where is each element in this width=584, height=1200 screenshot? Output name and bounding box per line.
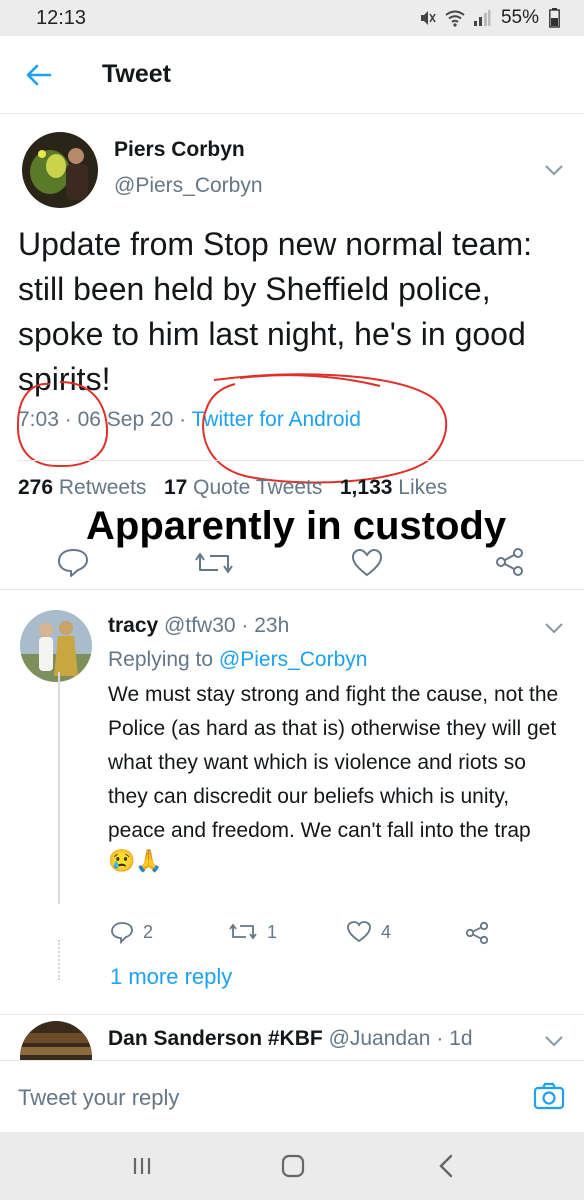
reply-reply-button[interactable]: 2: [110, 920, 153, 944]
reply-like-button[interactable]: 4: [346, 920, 391, 944]
wifi-icon: [445, 10, 465, 27]
status-bar: 12:13 55%: [0, 0, 584, 36]
back-button[interactable]: [8, 44, 70, 106]
tweet-counts: 276 Retweets 17 Quote Tweets 1,133 Likes: [18, 476, 448, 499]
reply-icon: [111, 922, 133, 944]
reply-emoji: 😢🙏: [108, 848, 163, 873]
replying-to: Replying to @Piers_Corbyn: [108, 648, 368, 671]
share-icon[interactable]: [494, 546, 526, 578]
recent-apps-icon[interactable]: [130, 1154, 154, 1178]
reply-input[interactable]: Tweet your reply: [18, 1085, 179, 1111]
reply-avatar[interactable]: [20, 610, 92, 682]
back-icon[interactable]: [436, 1154, 456, 1178]
reply-item[interactable]: tracy @tfw30 · 23h Replying to @Piers_Co…: [0, 590, 584, 1015]
share-icon[interactable]: [464, 920, 490, 946]
app-header: Tweet: [0, 36, 584, 114]
heart-icon: [347, 921, 371, 943]
retweet-icon[interactable]: [194, 548, 234, 578]
heart-icon[interactable]: [350, 548, 384, 578]
thread-line: [58, 672, 60, 904]
reply-composer[interactable]: Tweet your reply: [0, 1060, 584, 1132]
battery-icon: [549, 8, 560, 28]
reply-author[interactable]: tracy @tfw30 · 23h: [108, 614, 289, 638]
reply-icon[interactable]: [56, 546, 90, 578]
replying-to-handle[interactable]: @Piers_Corbyn: [219, 648, 368, 671]
chevron-down-icon[interactable]: [544, 622, 564, 634]
system-nav-bar: [0, 1132, 584, 1200]
status-time: 12:13: [36, 6, 87, 29]
arrow-left-icon: [26, 64, 52, 85]
signal-icon: [473, 10, 491, 26]
next-reply-author[interactable]: Dan Sanderson #KBF @Juandan · 1d: [108, 1027, 473, 1051]
mute-icon: [420, 11, 436, 25]
retweet-icon: [229, 923, 257, 940]
thread-dots: [58, 940, 62, 980]
chevron-down-icon[interactable]: [544, 1035, 564, 1047]
divider: [18, 460, 584, 461]
main-tweet: Piers Corbyn @Piers_Corbyn Update from S…: [0, 114, 584, 590]
next-reply-avatar[interactable]: [20, 1021, 92, 1060]
more-replies-link[interactable]: 1 more reply: [110, 964, 232, 990]
home-icon[interactable]: [280, 1153, 306, 1179]
overlay-caption: Apparently in custody: [86, 504, 507, 548]
reply-retweet-button[interactable]: 1: [228, 920, 277, 944]
next-reply-item[interactable]: Dan Sanderson #KBF @Juandan · 1d: [0, 1015, 584, 1060]
reply-text: We must stay strong and fight the cause,…: [108, 683, 559, 842]
page-title: Tweet: [102, 60, 171, 88]
battery-percent: 55%: [500, 7, 539, 28]
camera-icon[interactable]: [533, 1081, 565, 1111]
